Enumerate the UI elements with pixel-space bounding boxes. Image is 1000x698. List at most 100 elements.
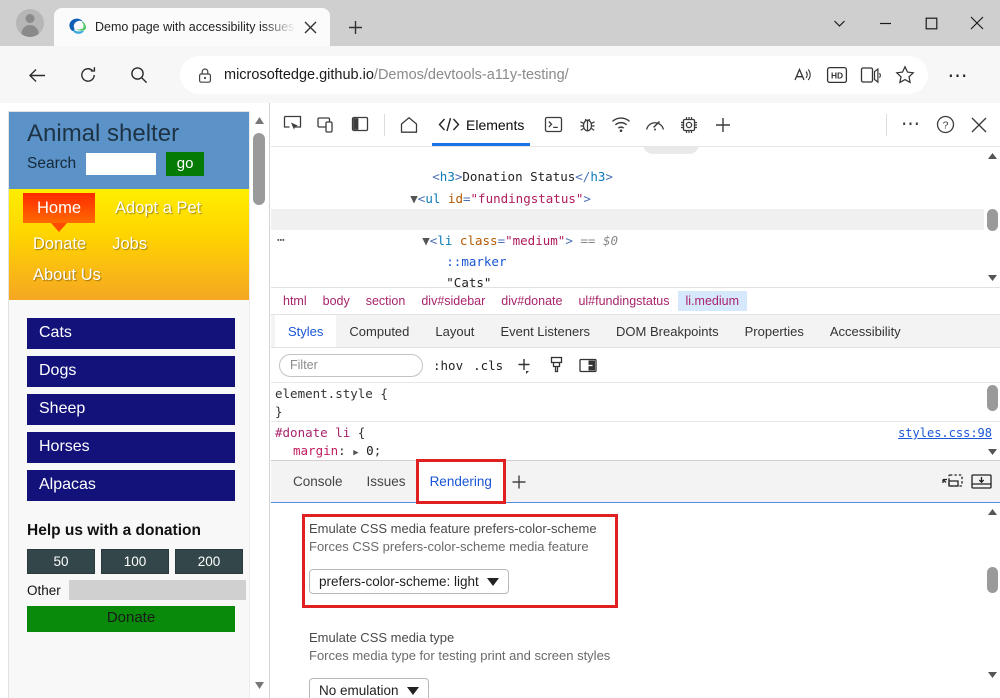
rendering-scrollbar-thumb[interactable] (987, 567, 998, 593)
tab-computed[interactable]: Computed (336, 315, 422, 347)
triangle-down-icon[interactable] (985, 271, 1000, 285)
triangle-up-icon[interactable] (250, 111, 268, 129)
dock-drawer-bottom-icon[interactable] (970, 471, 992, 493)
donation-amount-200[interactable]: 200 (175, 549, 243, 575)
close-window-button[interactable] (954, 0, 1000, 46)
cls-toggle-button[interactable]: .cls (473, 358, 503, 373)
search-input[interactable] (86, 152, 157, 175)
triangle-up-icon[interactable] (985, 149, 1000, 163)
rendering-scrollbar[interactable] (985, 503, 1000, 698)
lock-icon[interactable] (194, 64, 216, 86)
star-icon[interactable] (888, 60, 922, 90)
hd-icon[interactable]: HD (820, 60, 854, 90)
triangle-down-icon[interactable] (985, 445, 1000, 459)
dom-row[interactable]: <h3>Donation Status</h3> (271, 147, 984, 184)
tab-styles[interactable]: Styles (275, 315, 337, 347)
panel-toggle-icon[interactable] (577, 354, 599, 376)
styles-rules-list[interactable]: element.style { } styles.css:98 #donate … (271, 383, 1000, 460)
donation-other-input[interactable] (68, 580, 246, 601)
styles-scrollbar[interactable] (985, 383, 1000, 460)
page-scrollbar-thumb[interactable] (253, 133, 265, 205)
maximize-button[interactable] (908, 0, 954, 46)
nav-item-adopt-a-pet[interactable]: Adopt a Pet (109, 193, 207, 223)
devtools-help-icon[interactable]: ? (928, 108, 962, 142)
style-property[interactable]: margin: ▶ 0; (275, 442, 992, 460)
dom-tree-scrollbar[interactable] (985, 147, 1000, 287)
profile-button[interactable] (6, 4, 54, 42)
nav-item-home[interactable]: Home (23, 192, 96, 223)
tab-performance-gauge-icon[interactable] (638, 108, 672, 142)
drawer-tab-rendering[interactable]: Rendering (415, 459, 506, 504)
animal-button-dogs[interactable]: Dogs (27, 356, 235, 388)
device-emulation-icon[interactable] (309, 108, 343, 142)
animal-button-sheep[interactable]: Sheep (27, 394, 235, 426)
address-bar[interactable]: microsoftedge.github.io/Demos/devtools-a… (180, 56, 928, 94)
triangle-down-icon[interactable] (250, 676, 268, 694)
dom-row-selected[interactable]: ⋯ ▼<li class="medium"> == $0 (271, 209, 984, 248)
dock-side-icon[interactable] (343, 108, 377, 142)
inspect-element-icon[interactable] (275, 108, 309, 142)
dom-scrollbar-thumb[interactable] (987, 209, 998, 231)
close-icon[interactable] (298, 15, 322, 39)
expand-triangle-icon[interactable]: ▼ (422, 233, 430, 248)
breadcrumb-item-div-sidebar[interactable]: div#sidebar (413, 291, 493, 311)
expand-triangle-icon[interactable]: ▼ (410, 191, 418, 206)
drawer-tab-console[interactable]: Console (281, 461, 355, 502)
immersive-reader-icon[interactable] (854, 60, 888, 90)
row-options-ellipsis-icon[interactable]: ⋯ (277, 230, 286, 251)
minimize-button[interactable] (862, 0, 908, 46)
nav-item-about-us[interactable]: About Us (27, 260, 107, 290)
animal-button-horses[interactable]: Horses (27, 432, 235, 464)
drawer-tab-issues[interactable]: Issues (355, 461, 418, 502)
breadcrumb-item-section[interactable]: section (358, 291, 414, 311)
tab-actions-button[interactable] (816, 0, 862, 46)
nav-item-donate[interactable]: Donate (27, 229, 92, 259)
donate-submit-button[interactable]: Donate (27, 606, 235, 633)
style-source-link[interactable]: styles.css:98 (898, 424, 992, 442)
tab-console-icon[interactable] (536, 108, 570, 142)
nav-item-jobs[interactable]: Jobs (106, 229, 153, 259)
styles-scrollbar-thumb[interactable] (987, 385, 998, 411)
styles-filter-input[interactable]: Filter (279, 353, 423, 377)
devtools-more-options-icon[interactable]: ⋯ (894, 108, 928, 142)
breadcrumb-item-html[interactable]: html (275, 291, 315, 311)
tab-accessibility[interactable]: Accessibility (817, 315, 914, 347)
breadcrumb-item-body[interactable]: body (315, 291, 358, 311)
drawer-add-tab-plus-icon[interactable] (504, 467, 534, 497)
page-scrollbar[interactable] (249, 111, 267, 698)
tab-network-wifi-icon[interactable] (604, 108, 638, 142)
triangle-up-icon[interactable] (985, 505, 1000, 519)
animal-button-alpacas[interactable]: Alpacas (27, 470, 235, 502)
restore-drawer-icon[interactable] (942, 471, 964, 493)
tab-event-listeners[interactable]: Event Listeners (487, 315, 603, 347)
search-icon[interactable] (120, 56, 158, 94)
breadcrumb-item-div-donate[interactable]: div#donate (493, 291, 570, 311)
triangle-down-icon[interactable] (985, 668, 1000, 682)
tab-dom-breakpoints[interactable]: DOM Breakpoints (603, 315, 732, 347)
read-aloud-icon[interactable] (786, 60, 820, 90)
new-style-rule-plus-icon[interactable] (513, 354, 535, 376)
back-button[interactable] (18, 56, 56, 94)
tab-layout[interactable]: Layout (422, 315, 487, 347)
home-icon[interactable] (392, 108, 426, 142)
expand-shorthand-icon[interactable]: ▶ (353, 448, 358, 458)
css-media-type-dropdown[interactable]: No emulation (309, 678, 429, 698)
paintbrush-icon[interactable] (545, 354, 567, 376)
tab-debugger-bug-icon[interactable] (570, 108, 604, 142)
donation-amount-50[interactable]: 50 (27, 549, 95, 575)
breadcrumb-item-li-medium[interactable]: li.medium (677, 291, 747, 311)
tab-elements[interactable]: Elements (426, 104, 536, 146)
hov-toggle-button[interactable]: :hov (433, 358, 463, 373)
new-tab-button[interactable] (340, 12, 370, 42)
breadcrumb-item-ul-fundingstatus[interactable]: ul#fundingstatus (570, 291, 677, 311)
refresh-button[interactable] (69, 56, 107, 94)
style-rule-donate-li[interactable]: styles.css:98 #donate li { margin: ▶ 0; (271, 422, 1000, 460)
style-rule-element-style[interactable]: element.style { } (271, 383, 1000, 422)
donation-amount-100[interactable]: 100 (101, 549, 169, 575)
prefers-color-scheme-dropdown[interactable]: prefers-color-scheme: light (309, 569, 509, 594)
tab-properties[interactable]: Properties (732, 315, 817, 347)
dom-tree[interactable]: <h3>Donation Status</h3> ▼<ul id="fundin… (271, 147, 1000, 288)
animal-button-cats[interactable]: Cats (27, 318, 235, 350)
browser-tab[interactable]: Demo page with accessibility issues (54, 8, 330, 46)
more-tools-plus-icon[interactable] (706, 108, 740, 142)
